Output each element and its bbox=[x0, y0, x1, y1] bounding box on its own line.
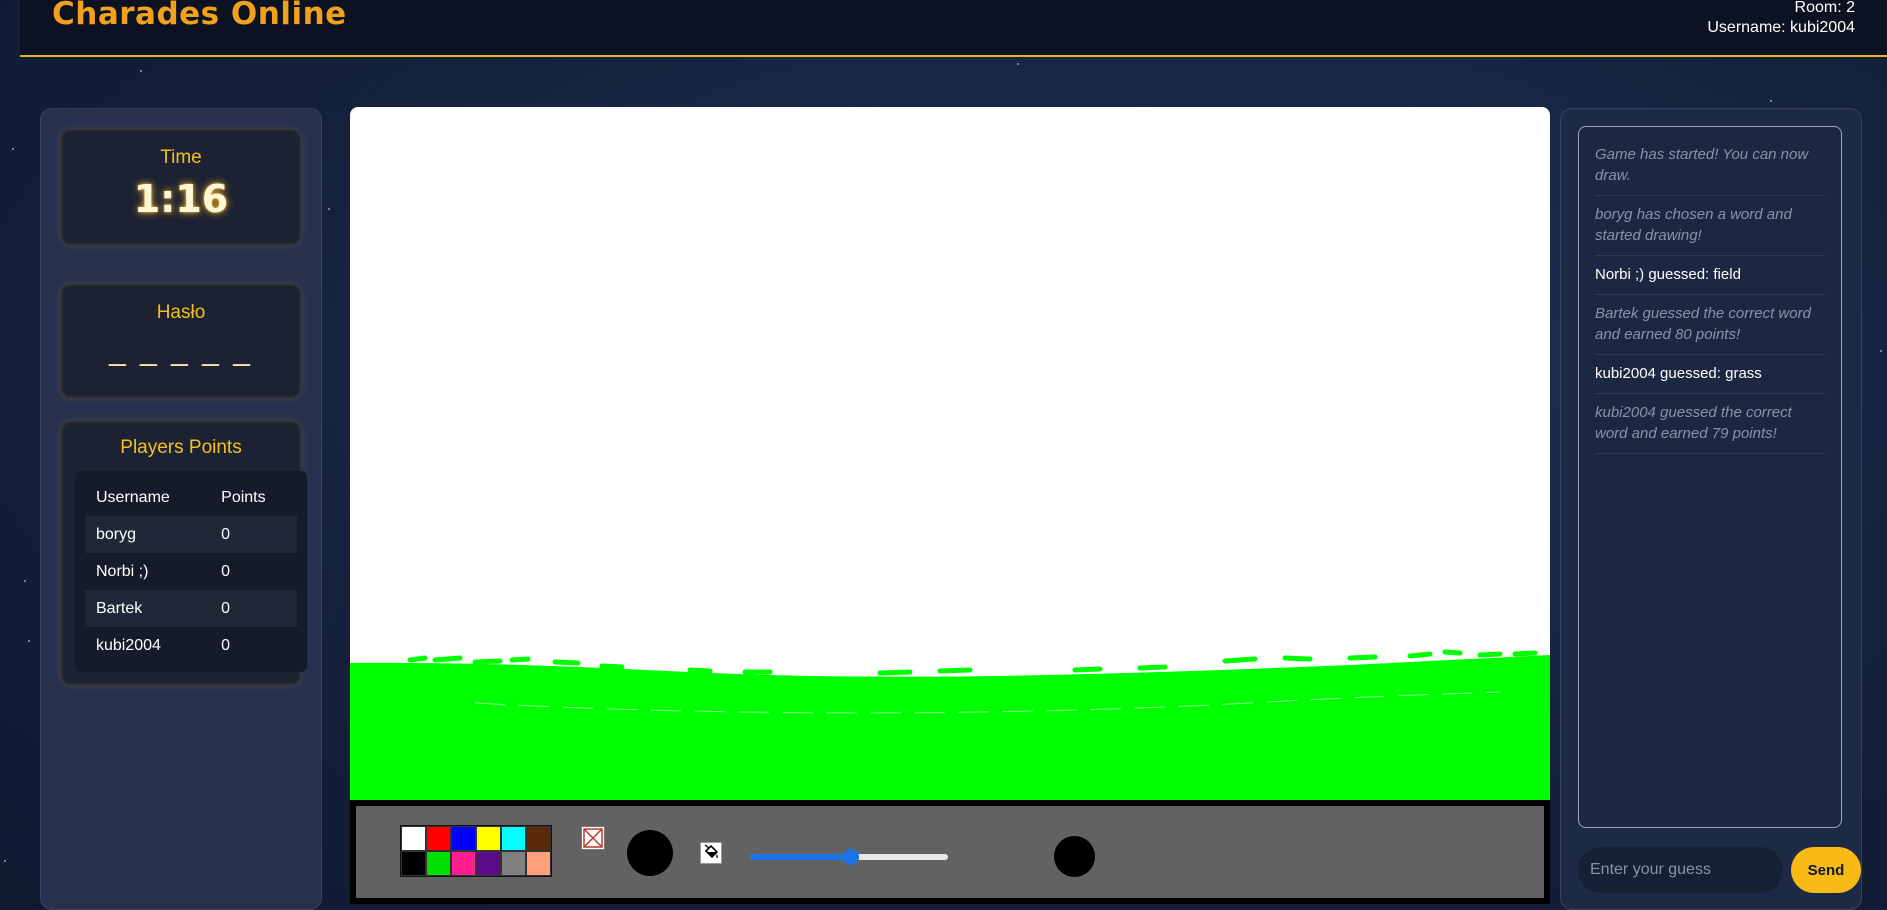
player-points: 0 bbox=[210, 516, 297, 553]
word-title: Hasło bbox=[156, 302, 206, 323]
brush-size-slider[interactable] bbox=[750, 849, 948, 865]
table-row: Bartek 0 bbox=[85, 590, 297, 627]
player-name: Norbi ;) bbox=[96, 562, 149, 580]
chat-message: kubi2004 guessed the correct word and ea… bbox=[1595, 394, 1825, 454]
paint-bucket-icon[interactable] bbox=[700, 842, 722, 864]
word-card: Hasło _ _ _ _ _ bbox=[61, 284, 301, 398]
color-swatch[interactable] bbox=[401, 851, 426, 876]
column-header-username: Username bbox=[96, 488, 170, 506]
color-swatch[interactable] bbox=[451, 851, 476, 876]
chat-log[interactable]: Game has started! You can now draw. bory… bbox=[1578, 126, 1842, 828]
grass-drawing bbox=[350, 655, 1550, 802]
top-header: Charades Online Room: 2 Username: kubi20… bbox=[20, 0, 1887, 57]
table-header-row: Username Points bbox=[85, 479, 297, 516]
color-swatch[interactable] bbox=[476, 851, 501, 876]
chat-panel: Game has started! You can now draw. bory… bbox=[1560, 108, 1862, 910]
player-name: boryg bbox=[85, 516, 211, 553]
chat-message: Norbi ;) guessed: field bbox=[1595, 256, 1825, 295]
word-hint: _ _ _ _ _ bbox=[109, 334, 253, 367]
left-panel: Time 1:16 Hasło _ _ _ _ _ Players Points… bbox=[40, 108, 322, 910]
timer-card: Time 1:16 bbox=[61, 129, 301, 245]
drawing-canvas[interactable] bbox=[350, 107, 1550, 802]
brush-size-button[interactable] bbox=[627, 830, 673, 876]
player-points: 0 bbox=[221, 562, 231, 580]
brush-size-slider-thumb[interactable] bbox=[842, 849, 859, 865]
timer-title: Time bbox=[160, 147, 202, 168]
color-swatch[interactable] bbox=[501, 851, 526, 876]
chat-message: kubi2004 guessed: grass bbox=[1595, 355, 1825, 394]
guess-input[interactable] bbox=[1578, 847, 1783, 893]
chat-message: Bartek guessed the correct word and earn… bbox=[1595, 295, 1825, 355]
player-points: 0 bbox=[210, 590, 297, 627]
eraser-icon[interactable] bbox=[581, 826, 605, 850]
players-points-title: Players Points bbox=[120, 437, 242, 458]
room-number: Room: 2 bbox=[1794, 0, 1855, 16]
chat-message: boryg has chosen a word and started draw… bbox=[1595, 196, 1825, 256]
drawing-toolbar bbox=[350, 800, 1550, 904]
column-header-points: Points bbox=[221, 488, 266, 506]
color-swatch[interactable] bbox=[526, 826, 551, 851]
points-table: Username Points boryg 0 Norbi ;) 0 Barte… bbox=[75, 471, 307, 672]
players-points-card: Players Points Username Points boryg 0 N… bbox=[61, 421, 307, 685]
table-row: Norbi ;) 0 bbox=[85, 553, 297, 590]
color-swatch[interactable] bbox=[501, 826, 526, 851]
room-info: Room: 2 Username: kubi2004 bbox=[1707, 0, 1855, 38]
color-swatch[interactable] bbox=[476, 826, 501, 851]
send-button[interactable]: Send bbox=[1791, 847, 1861, 893]
drawing-layer bbox=[350, 649, 1550, 802]
username-display: Username: kubi2004 bbox=[1707, 19, 1855, 36]
player-points: 0 bbox=[221, 636, 231, 654]
table-row: boryg 0 bbox=[85, 516, 297, 553]
color-swatch[interactable] bbox=[401, 826, 426, 851]
table-row: kubi2004 0 bbox=[85, 627, 297, 664]
brush-size-slider-fill bbox=[750, 854, 851, 860]
player-name: kubi2004 bbox=[96, 636, 161, 654]
color-swatch[interactable] bbox=[451, 826, 476, 851]
brush-preview bbox=[1054, 836, 1095, 877]
timer-value: 1:16 bbox=[133, 177, 229, 221]
player-name: Bartek bbox=[85, 590, 211, 627]
app-logo: Charades Online bbox=[52, 0, 347, 32]
toolbar-inner bbox=[356, 806, 1544, 898]
chat-message: Game has started! You can now draw. bbox=[1595, 127, 1825, 196]
color-palette bbox=[400, 825, 552, 877]
color-swatch[interactable] bbox=[526, 851, 551, 876]
color-swatch[interactable] bbox=[426, 851, 451, 876]
color-swatch[interactable] bbox=[426, 826, 451, 851]
